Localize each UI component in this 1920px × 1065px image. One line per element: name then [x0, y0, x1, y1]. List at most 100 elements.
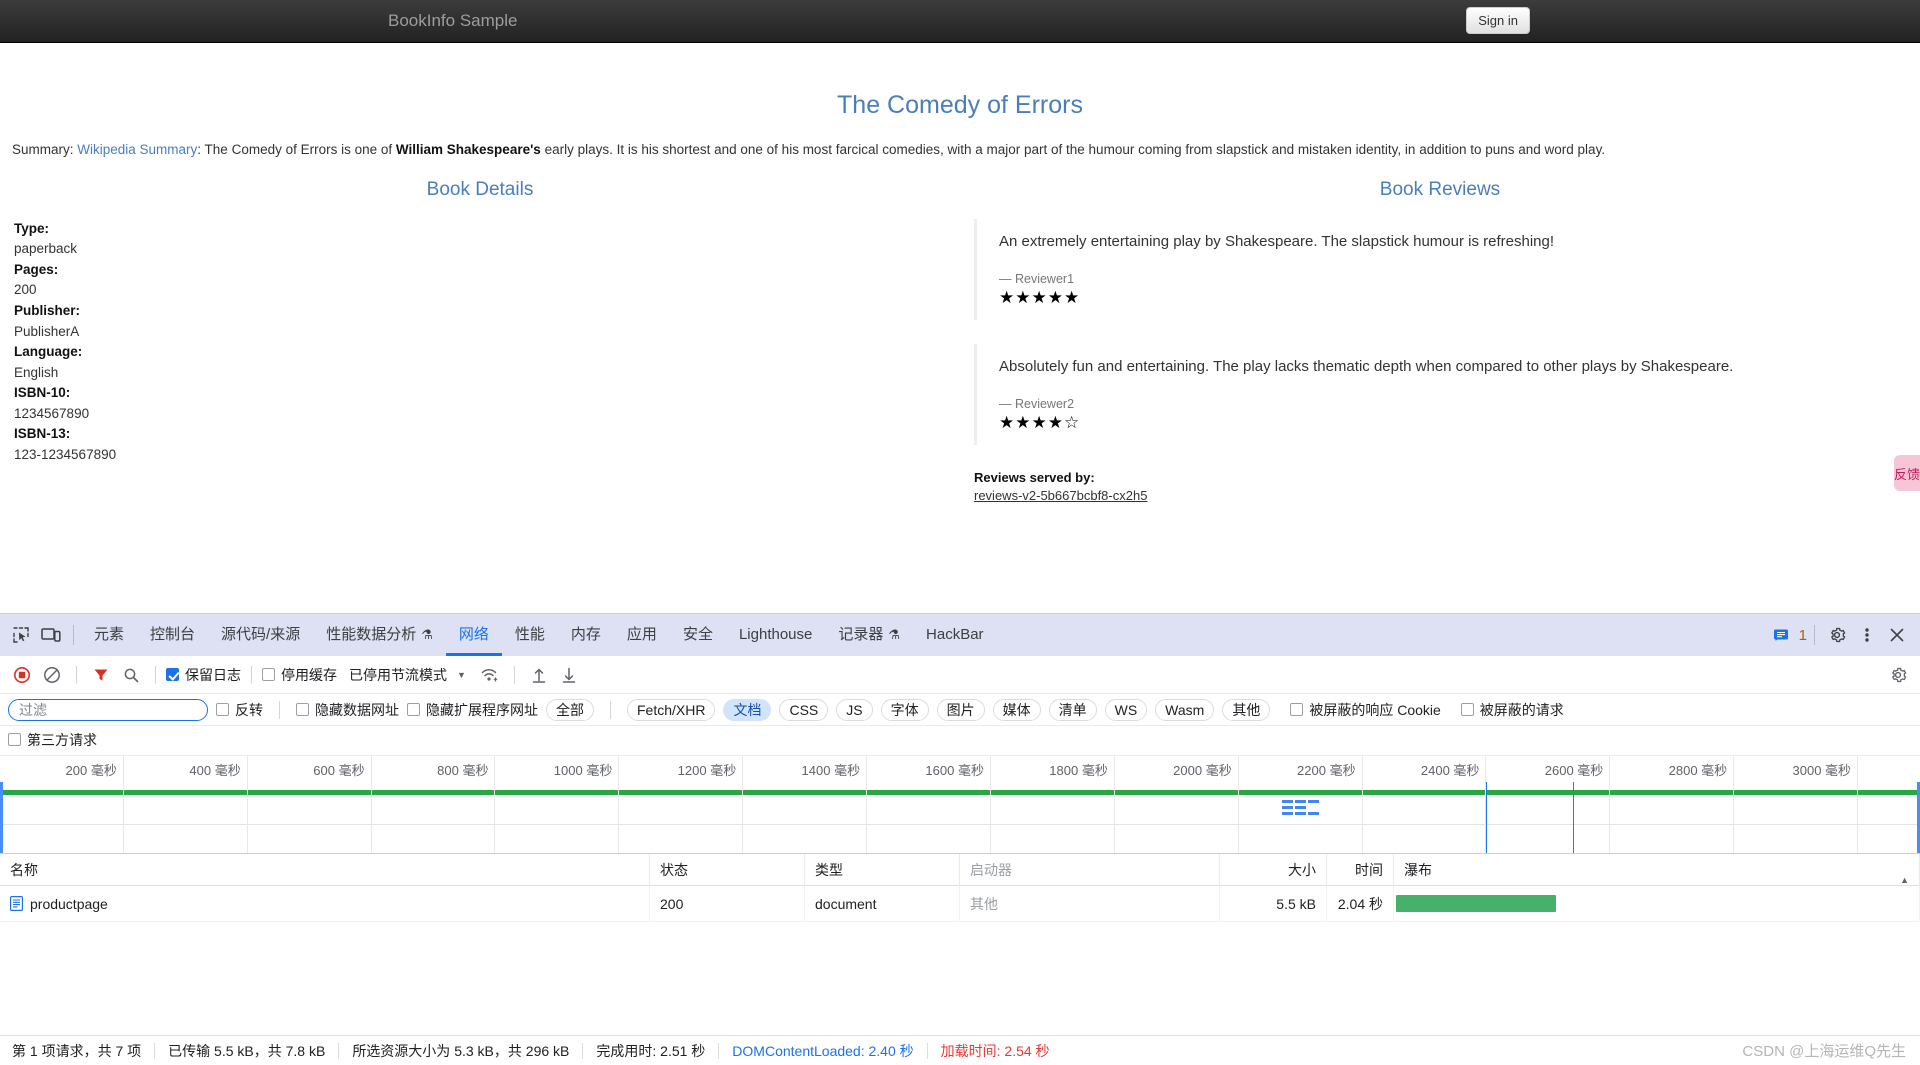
invert-checkbox[interactable]: 反转	[216, 700, 263, 720]
status-transferred: 已传输 5.5 kB，共 7.8 kB	[168, 1042, 326, 1059]
status-load: 加载时间: 2.54 秒	[940, 1042, 1050, 1059]
tabbar-right-divider	[1814, 625, 1815, 645]
tab-network[interactable]: 网络	[446, 614, 502, 656]
review-author: — Reviewer2	[999, 396, 1075, 411]
column-header-waterfall[interactable]: 瀑布 ▲	[1394, 854, 1920, 886]
hide-data-urls-checkbox[interactable]: 隐藏数据网址	[296, 700, 399, 720]
toolbar-divider	[76, 665, 77, 684]
feedback-tab[interactable]: 反馈	[1894, 455, 1920, 491]
detail-value-type: paperback	[14, 241, 78, 257]
column-header-time[interactable]: 时间	[1327, 854, 1394, 886]
filter-input[interactable]	[8, 698, 208, 721]
sort-ascending-icon: ▲	[1900, 874, 1909, 885]
blocked-cookies-label: 被屏蔽的响应 Cookie	[1309, 701, 1441, 718]
review-author: — Reviewer1	[999, 271, 1075, 286]
inspect-element-icon[interactable]	[6, 620, 36, 650]
tab-console[interactable]: 控制台	[137, 614, 208, 656]
type-chip-media[interactable]: 媒体	[992, 698, 1041, 721]
tab-recorder[interactable]: 记录器 ⚗	[825, 614, 913, 656]
summary-mid: : The Comedy of Errors is one of	[197, 142, 396, 157]
type-chip-js[interactable]: JS	[836, 698, 873, 721]
chevron-down-icon[interactable]: ▼	[449, 670, 474, 680]
detail-label-pages: Pages:	[14, 261, 59, 277]
reviews-served-by-pod[interactable]: reviews-v2-5b667bcbf8-cx2h5	[974, 488, 1906, 503]
third-party-checkbox[interactable]: 第三方请求	[8, 730, 97, 750]
cell-name[interactable]: productpage	[0, 885, 650, 922]
flask-icon: ⚗	[888, 627, 901, 642]
network-conditions-icon[interactable]	[476, 662, 504, 688]
type-chip-other[interactable]: 其他	[1222, 698, 1271, 721]
type-chip-wasm[interactable]: Wasm	[1155, 698, 1215, 721]
tab-performance[interactable]: 性能	[502, 614, 558, 656]
network-settings-gear-icon[interactable]	[1884, 662, 1912, 688]
detail-value-isbn10: 1234567890	[14, 405, 90, 421]
toolbar-divider	[155, 665, 156, 684]
blocked-requests-label: 被屏蔽的请求	[1479, 701, 1564, 718]
clear-icon[interactable]	[38, 662, 66, 688]
type-chip-all[interactable]: 全部	[546, 698, 594, 721]
tab-label: Lighthouse	[738, 626, 813, 643]
overview-dcl-marker	[1486, 782, 1488, 853]
type-chip-css[interactable]: CSS	[779, 698, 829, 721]
type-chip-font[interactable]: 字体	[880, 698, 929, 721]
book-summary: Summary: Wikipedia Summary: The Comedy o…	[0, 141, 1920, 159]
sign-in-button[interactable]: Sign in	[1466, 7, 1530, 34]
disable-cache-checkbox[interactable]: 停用缓存	[262, 665, 337, 685]
status-finish: 完成用时: 2.51 秒	[596, 1042, 706, 1059]
tab-application[interactable]: 应用	[614, 614, 670, 656]
waterfall-bar	[1396, 894, 1556, 912]
status-resources: 所选资源大小为 5.3 kB，共 296 kB	[352, 1042, 570, 1059]
export-har-icon[interactable]	[555, 662, 583, 688]
network-filter-bar: 反转 隐藏数据网址 隐藏扩展程序网址 全部 Fetch/XHR 文档 CSS J…	[0, 694, 1920, 726]
toolbar-divider	[513, 665, 515, 684]
import-har-icon[interactable]	[525, 662, 553, 688]
type-chip-fetch-xhr[interactable]: Fetch/XHR	[627, 698, 716, 721]
tab-sources[interactable]: 源代码/来源	[208, 614, 313, 656]
tab-lighthouse[interactable]: Lighthouse	[726, 614, 825, 656]
network-overview-timeline[interactable]: 200 毫秒 400 毫秒 600 毫秒 800 毫秒 1000 毫秒 1200 毫秒 14…	[0, 756, 1920, 854]
hide-extension-urls-checkbox[interactable]: 隐藏扩展程序网址	[407, 700, 538, 720]
column-header-waterfall-label: 瀑布	[1404, 861, 1432, 878]
tab-performance-insights[interactable]: 性能数据分析 ⚗	[313, 614, 446, 656]
type-chip-img[interactable]: 图片	[936, 698, 985, 721]
close-icon[interactable]	[1882, 620, 1912, 650]
column-header-name[interactable]: 名称	[0, 854, 650, 886]
type-chip-manifest[interactable]: 清单	[1048, 698, 1097, 721]
table-row[interactable]: productpage 200 document 其他 5.5 kB 2.04 …	[0, 885, 1920, 922]
tab-elements[interactable]: 元素	[81, 614, 137, 656]
detail-value-language: English	[14, 364, 59, 380]
review-text: An extremely entertaining play by Shakes…	[999, 232, 1555, 250]
wikipedia-summary-link[interactable]: Wikipedia Summary	[77, 142, 197, 157]
column-header-type[interactable]: 类型	[805, 854, 960, 886]
detail-value-isbn13: 123-1234567890	[14, 447, 117, 463]
blocked-cookies-checkbox[interactable]: 被屏蔽的响应 Cookie	[1290, 700, 1441, 720]
type-chip-doc[interactable]: 文档	[723, 698, 772, 721]
tab-label: 控制台	[150, 626, 196, 643]
tab-label: 安全	[682, 626, 713, 643]
type-chip-ws[interactable]: WS	[1104, 698, 1148, 721]
book-reviews-column: Book Reviews An extremely entertaining p…	[960, 179, 1920, 503]
column-header-size[interactable]: 大小	[1220, 854, 1327, 886]
summary-author: William Shakespeare's	[395, 142, 541, 157]
detail-label-isbn10: ISBN-10:	[14, 385, 71, 401]
hide-data-urls-label: 隐藏数据网址	[315, 701, 399, 718]
tab-label: 性能	[514, 626, 545, 643]
gear-icon[interactable]	[1822, 620, 1852, 650]
record-stop-icon[interactable]	[8, 662, 36, 688]
device-toolbar-icon[interactable]	[36, 620, 66, 650]
table-header-row: 名称 状态 类型 启动器 大小 时间 瀑布 ▲	[0, 854, 1920, 886]
issues-icon[interactable]	[1766, 620, 1796, 650]
column-header-initiator[interactable]: 启动器	[960, 854, 1220, 886]
detail-label-type: Type:	[14, 220, 50, 236]
blocked-requests-checkbox[interactable]: 被屏蔽的请求	[1460, 700, 1564, 720]
search-icon[interactable]	[117, 662, 145, 688]
tab-memory[interactable]: 内存	[558, 614, 614, 656]
filter-icon[interactable]	[87, 662, 115, 688]
tab-hackbar[interactable]: HackBar	[913, 614, 997, 656]
navbar-brand[interactable]: BookInfo Sample	[388, 11, 517, 31]
preserve-log-checkbox[interactable]: 保留日志	[166, 665, 241, 685]
throttling-value[interactable]: 已停用节流模式	[349, 665, 447, 685]
more-options-icon[interactable]	[1852, 620, 1882, 650]
tab-security[interactable]: 安全	[670, 614, 726, 656]
column-header-status[interactable]: 状态	[650, 854, 805, 886]
